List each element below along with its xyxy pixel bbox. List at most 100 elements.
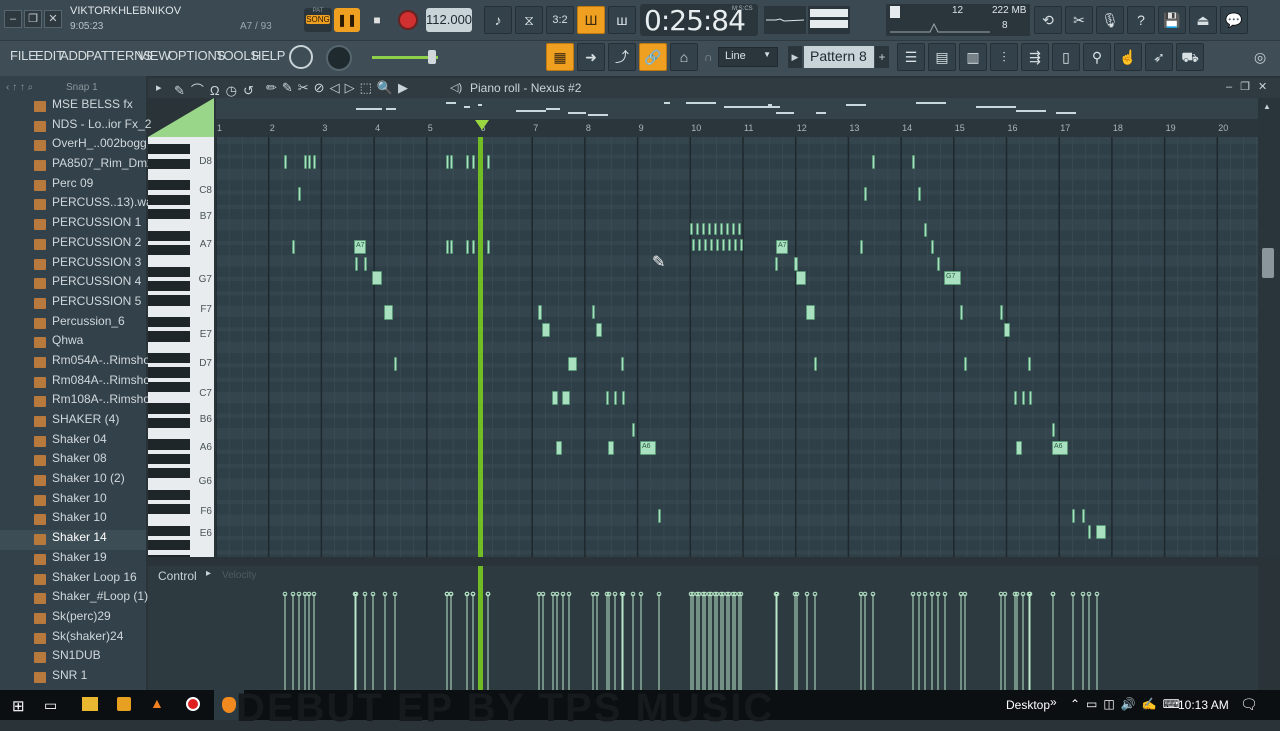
note[interactable] [364, 257, 367, 271]
black-key[interactable] [148, 317, 190, 328]
tempo-display[interactable]: 112.000 [426, 8, 472, 32]
stamp-icon[interactable]: ⌂ [670, 43, 698, 71]
note[interactable] [690, 223, 693, 235]
note[interactable] [487, 155, 490, 169]
note[interactable] [472, 155, 475, 169]
clock[interactable]: 10:13 AM [1178, 698, 1229, 712]
menu-add[interactable]: ADD [60, 48, 87, 63]
note[interactable] [1088, 525, 1091, 539]
browser-item[interactable]: Perc 09 [0, 176, 146, 196]
black-key[interactable] [148, 194, 190, 205]
note[interactable] [960, 305, 963, 320]
note[interactable] [864, 187, 867, 201]
browser-item[interactable]: OverH_..002bogg [0, 136, 147, 156]
note[interactable] [487, 240, 490, 254]
pattern-overview[interactable] [216, 98, 1258, 119]
note[interactable] [614, 391, 617, 405]
note[interactable] [1000, 305, 1003, 320]
link-icon[interactable]: 🔗 [639, 43, 667, 71]
black-key[interactable] [148, 525, 190, 536]
cart-icon[interactable]: ⛟ [1176, 43, 1204, 71]
black-key[interactable] [148, 468, 190, 479]
note[interactable] [556, 441, 562, 455]
note[interactable] [466, 240, 469, 254]
project-icon[interactable]: ▯ [1052, 43, 1080, 71]
black-key[interactable] [148, 453, 190, 464]
browser-item[interactable]: Percussion_6 [0, 314, 146, 334]
desktop-toolbar[interactable]: Desktop [1006, 698, 1050, 712]
recorder-icon[interactable] [186, 697, 200, 711]
browser-item[interactable]: SNR 1 [0, 668, 146, 688]
black-key[interactable] [148, 158, 190, 169]
note[interactable] [384, 305, 393, 320]
pr-edit-tools-icons[interactable]: ✏✎✂⊘◁▷⬚🔍▶ [266, 80, 413, 96]
close-button[interactable]: ✕ [44, 10, 62, 28]
black-key[interactable] [148, 439, 190, 450]
vertical-scrollbar[interactable]: ▲ [1258, 98, 1280, 557]
note[interactable] [562, 391, 570, 405]
note[interactable] [606, 391, 609, 405]
note[interactable] [704, 239, 707, 251]
browser-item[interactable]: Shaker_#Loop (1) [0, 589, 148, 609]
note[interactable] [1014, 391, 1017, 405]
browser-item[interactable]: Shaker 10 [0, 510, 146, 530]
browser-item[interactable]: Qhwa [0, 333, 146, 353]
arrow-icon[interactable]: ➜ [577, 43, 605, 71]
browser-item[interactable]: PERCUSS..13).wav [0, 195, 159, 215]
note[interactable] [1029, 391, 1032, 405]
note[interactable] [608, 441, 614, 455]
browser-item[interactable]: Rm054A-..Rimshot [0, 353, 153, 373]
note[interactable] [450, 240, 453, 254]
wait-input-icon[interactable]: ⧖ [515, 6, 543, 34]
black-key[interactable] [148, 281, 190, 292]
note[interactable]: A7 [776, 240, 788, 254]
black-key[interactable] [148, 266, 190, 277]
note[interactable] [658, 509, 661, 523]
note[interactable] [552, 391, 558, 405]
note[interactable] [292, 240, 295, 254]
render-icon[interactable]: ⏏ [1189, 6, 1217, 34]
browser-item[interactable]: PERCUSSION 2 [0, 235, 146, 255]
browser-icon[interactable]: ⇶ [1021, 43, 1049, 71]
zoom-corner[interactable] [148, 98, 214, 137]
note[interactable] [1016, 441, 1022, 455]
note[interactable] [738, 223, 741, 235]
help-icon[interactable]: ? [1127, 6, 1155, 34]
black-key[interactable] [148, 331, 190, 342]
note[interactable] [714, 223, 717, 235]
browser-item[interactable]: PA8507_Rim_Dmx [0, 156, 153, 176]
tray-icons[interactable]: ⌃▭◫🔊✍⌨ [1070, 697, 1186, 711]
channel-rack-icon[interactable]: ▥ [959, 43, 987, 71]
black-key[interactable] [148, 489, 190, 500]
note[interactable] [1096, 525, 1106, 539]
pr-window-controls[interactable]: –❐✕ [1226, 80, 1275, 93]
note[interactable] [568, 357, 577, 371]
black-key[interactable] [148, 540, 190, 551]
note[interactable] [542, 323, 550, 337]
note[interactable]: A6 [1052, 441, 1068, 455]
note[interactable]: A6 [640, 441, 656, 455]
pr-tools-icons[interactable]: ✎⌒Ω◷↺ [174, 80, 260, 99]
task-view-icon[interactable]: ▭ [44, 697, 57, 714]
note[interactable] [308, 155, 311, 169]
vlc-icon[interactable]: ▲ [150, 695, 164, 711]
black-key[interactable] [148, 230, 190, 241]
browser-item[interactable]: Shaker 08 [0, 451, 146, 471]
explorer-icon[interactable] [82, 697, 98, 711]
note[interactable] [912, 155, 915, 169]
chevron-right-icon[interactable]: » [1050, 695, 1057, 709]
undo-history-icon[interactable]: ⟲ [1034, 6, 1062, 34]
browser-item[interactable]: Shaker 10 [0, 491, 146, 511]
note[interactable] [918, 187, 921, 201]
note[interactable] [716, 239, 719, 251]
note[interactable] [722, 239, 725, 251]
note[interactable] [304, 155, 307, 169]
note[interactable] [924, 223, 927, 237]
globe-icon[interactable]: ◎ [1254, 49, 1266, 66]
metronome-icon[interactable]: ♪ [484, 6, 512, 34]
touch-icon[interactable]: ☝ [1114, 43, 1142, 71]
note[interactable] [450, 155, 453, 169]
black-key[interactable] [148, 245, 190, 256]
note[interactable] [806, 305, 815, 320]
note[interactable] [720, 223, 723, 235]
